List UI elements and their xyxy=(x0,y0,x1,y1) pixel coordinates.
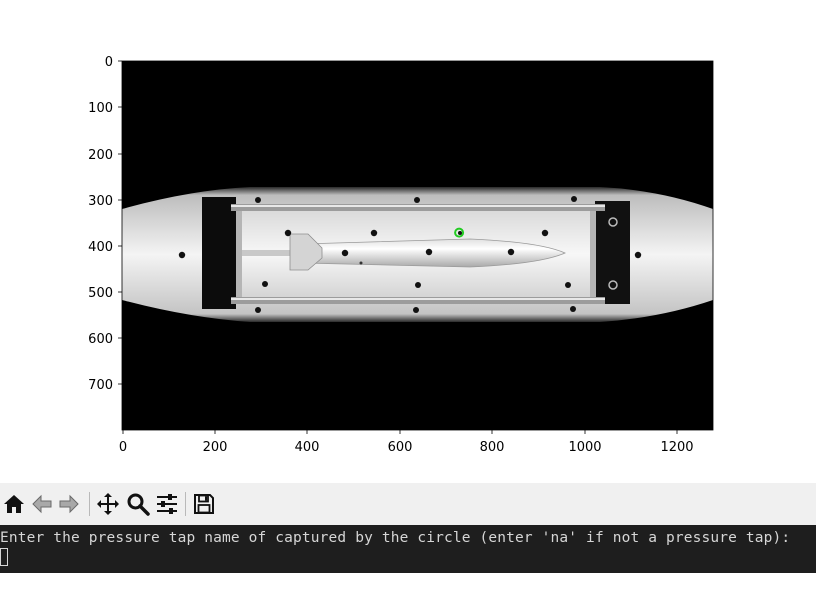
x-tick-label: 600 xyxy=(388,440,413,455)
x-axis: 0 200 400 600 800 1000 1200 xyxy=(119,430,694,455)
x-tick-label: 0 xyxy=(119,440,127,455)
terminal-console[interactable]: Enter the pressure tap name of captured … xyxy=(0,525,816,573)
toolbar-separator xyxy=(89,492,90,516)
pan-icon[interactable] xyxy=(95,491,121,517)
x-tick-label: 1000 xyxy=(568,440,601,455)
x-tick-label: 400 xyxy=(295,440,320,455)
matplotlib-figure: 0 200 400 600 800 1000 1200 0 100 200 30… xyxy=(0,0,816,483)
navigation-toolbar xyxy=(0,483,816,525)
captured-tap-dot xyxy=(458,231,462,235)
wind-tunnel-image xyxy=(122,61,713,430)
y-tick-label: 400 xyxy=(88,240,113,255)
forward-arrow-icon[interactable] xyxy=(56,491,82,517)
zoom-icon[interactable] xyxy=(125,491,151,517)
input-prompt: Enter the pressure tap name of captured … xyxy=(0,530,791,546)
y-tick-label: 200 xyxy=(88,148,113,163)
plot-canvas[interactable]: 0 200 400 600 800 1000 1200 0 100 200 30… xyxy=(0,0,816,483)
y-tick-label: 500 xyxy=(88,286,113,301)
x-tick-label: 1200 xyxy=(660,440,693,455)
text-cursor xyxy=(0,548,8,566)
x-tick-label: 800 xyxy=(480,440,505,455)
y-tick-label: 100 xyxy=(88,101,113,116)
y-axis: 0 100 200 300 400 500 600 700 xyxy=(88,55,122,393)
y-tick-label: 0 xyxy=(105,55,113,70)
x-tick-label: 200 xyxy=(203,440,228,455)
save-icon[interactable] xyxy=(191,491,217,517)
toolbar-separator xyxy=(185,492,186,516)
y-tick-label: 300 xyxy=(88,194,113,209)
configure-subplots-icon[interactable] xyxy=(154,491,180,517)
home-icon[interactable] xyxy=(1,491,27,517)
back-arrow-icon[interactable] xyxy=(29,491,55,517)
y-tick-label: 600 xyxy=(88,332,113,347)
y-tick-label: 700 xyxy=(88,378,113,393)
